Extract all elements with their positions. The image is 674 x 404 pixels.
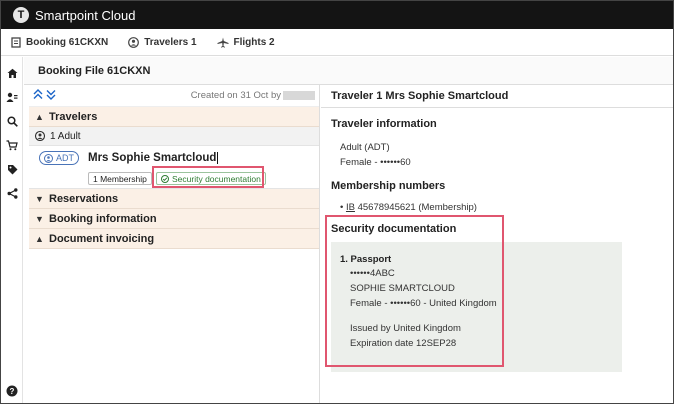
dob: ••••••60 <box>380 157 411 168</box>
section-travelers-label: Travelers <box>49 110 98 123</box>
highlight-box <box>325 215 504 367</box>
section-document-invoicing-label: Document invoicing <box>49 232 155 245</box>
traveler-information-heading: Traveler information <box>331 118 437 130</box>
tab-flights-label: Flights 2 <box>233 36 275 48</box>
membership-numbers-heading: Membership numbers <box>331 180 446 192</box>
created-info: Created on 31 Oct by <box>191 90 315 101</box>
top-bar: T Smartpoint Cloud <box>1 1 673 29</box>
section-document-invoicing[interactable]: ▲ Document invoicing <box>29 229 319 249</box>
membership-pill[interactable]: 1 Membership <box>88 172 152 185</box>
redacted-agent <box>283 90 315 100</box>
membership-pill-label: 1 Membership <box>93 173 147 184</box>
traveler-type-badge: ADT <box>39 151 79 165</box>
section-reservations[interactable]: ▼ Reservations <box>29 189 319 209</box>
traveler-name[interactable]: Mrs Sophie Smartcloud <box>88 152 219 165</box>
left-pane: Created on 31 Oct by ▲ Travelers 1 Adult… <box>29 85 320 403</box>
chevron-down-icon: ▼ <box>35 213 44 224</box>
left-toolbar: Created on 31 Oct by <box>29 85 319 107</box>
bullet: • <box>340 202 344 213</box>
help-icon[interactable]: ? <box>6 385 18 397</box>
home-icon[interactable] <box>6 67 18 79</box>
tab-travelers[interactable]: Travelers 1 <box>128 36 197 48</box>
chevron-up-icon: ▲ <box>35 111 44 122</box>
tab-flights[interactable]: Flights 2 <box>217 37 275 48</box>
search-icon[interactable] <box>6 115 18 127</box>
divider <box>321 107 673 108</box>
chevron-up-icon: ▲ <box>35 233 44 244</box>
side-rail: ? <box>1 57 23 403</box>
person-icon <box>44 153 53 163</box>
traveler-row[interactable]: ADT Mrs Sophie Smartcloud 1 Membership S… <box>29 146 319 189</box>
membership-number: 45678945621 (Membership) <box>357 202 477 213</box>
adult-count-row: 1 Adult <box>29 127 319 146</box>
traveler-gender-dob: Female - ••••••60 <box>340 157 411 168</box>
person-icon <box>35 131 45 141</box>
expand-all-icon[interactable] <box>33 89 43 103</box>
section-booking-information[interactable]: ▼ Booking information <box>29 209 319 229</box>
share-icon[interactable] <box>6 187 18 199</box>
collapse-all-icon[interactable] <box>46 89 56 103</box>
created-text: Created on 31 Oct by <box>190 90 281 101</box>
booking-file-header: Booking File 61CKXN <box>24 57 673 85</box>
membership-item: • IB 45678945621 (Membership) <box>340 202 477 213</box>
cart-icon[interactable] <box>6 139 18 151</box>
traveler-name-text: Mrs Sophie Smartcloud <box>88 152 217 165</box>
travelers-icon[interactable] <box>6 91 18 103</box>
booking-icon <box>11 36 21 48</box>
tab-booking[interactable]: Booking 61CKXN <box>11 37 108 48</box>
app-window: T Smartpoint Cloud Booking 61CKXN Travel… <box>0 0 674 404</box>
gender: Female <box>340 157 372 168</box>
svg-text:?: ? <box>10 387 15 396</box>
app-title: Smartpoint Cloud <box>35 7 136 23</box>
highlight-box <box>152 166 264 188</box>
section-reservations-label: Reservations <box>49 192 119 205</box>
plane-icon <box>217 37 228 48</box>
right-pane: Traveler 1 Mrs Sophie Smartcloud Travele… <box>321 85 673 403</box>
logo-icon: T <box>13 7 29 23</box>
tab-booking-label: Booking 61CKXN <box>26 36 109 48</box>
chevron-down-icon: ▼ <box>35 193 44 204</box>
traveler-type: ADT <box>56 153 74 163</box>
tab-travelers-label: Travelers 1 <box>144 36 197 48</box>
tag-icon[interactable] <box>6 163 18 175</box>
section-travelers[interactable]: ▲ Travelers <box>29 107 319 127</box>
traveler-panel-title: Traveler 1 Mrs Sophie Smartcloud <box>331 90 509 102</box>
person-icon <box>128 36 140 48</box>
tab-bar: Booking 61CKXN Travelers 1 Flights 2 <box>1 29 673 56</box>
airline-code: IB <box>345 202 355 213</box>
adult-count: 1 Adult <box>50 130 81 142</box>
text-cursor <box>217 152 219 164</box>
traveler-type-text: Adult (ADT) <box>340 142 390 153</box>
booking-file-title: Booking File 61CKXN <box>38 65 151 77</box>
separator: - <box>374 157 378 168</box>
section-booking-information-label: Booking information <box>49 212 157 225</box>
